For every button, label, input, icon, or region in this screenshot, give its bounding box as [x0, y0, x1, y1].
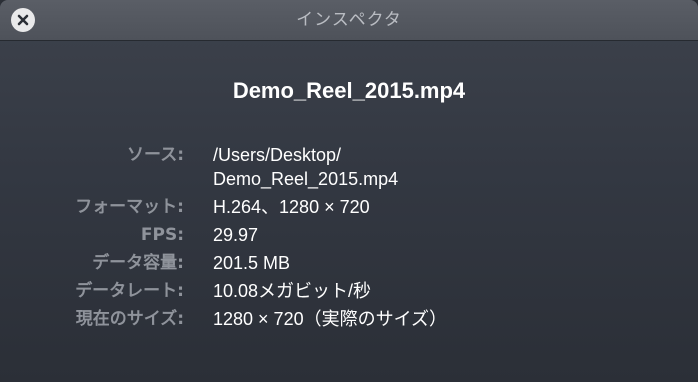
info-value-line: H.264、1280 × 720: [213, 197, 370, 217]
info-value-line: 29.97: [213, 225, 259, 245]
info-value: 201.5 MB: [213, 251, 290, 275]
file-name: Demo_Reel_2015.mp4: [232, 78, 466, 103]
info-value-line: 1280 × 720（実際のサイズ）: [213, 309, 448, 329]
info-value: 10.08メガビット/秒: [213, 279, 371, 303]
info-row-source: ソース: /Users/Desktop/ Demo_Reel_2015.mp4: [0, 143, 698, 191]
info-value: /Users/Desktop/ Demo_Reel_2015.mp4: [213, 143, 398, 191]
title-bar[interactable]: インスペクタ: [0, 0, 698, 41]
info-value: 29.97: [213, 223, 258, 247]
info-row-fps: FPS: 29.97: [0, 223, 698, 247]
info-value: 1280 × 720（実際のサイズ）: [213, 307, 447, 331]
info-label: FPS:: [140, 225, 184, 245]
info-row-current-size: 現在のサイズ: 1280 × 720（実際のサイズ）: [0, 307, 698, 331]
info-label: 現在のサイズ:: [75, 309, 184, 329]
info-value-line: /Users/Desktop/: [213, 145, 342, 165]
info-value-line: 10.08メガビット/秒: [213, 281, 372, 301]
info-row-data-rate: データレート: 10.08メガビット/秒: [0, 279, 698, 303]
info-row-data-size: データ容量: 201.5 MB: [0, 251, 698, 275]
info-label: データレート:: [75, 281, 184, 301]
info-value: H.264、1280 × 720: [213, 195, 370, 219]
info-table: ソース: /Users/Desktop/ Demo_Reel_2015.mp4 …: [0, 143, 698, 335]
window-title: インスペクタ: [296, 10, 402, 30]
info-label: ソース:: [127, 145, 184, 165]
info-row-format: フォーマット: H.264、1280 × 720: [0, 195, 698, 219]
info-label: データ容量:: [92, 253, 184, 273]
close-icon: [17, 14, 29, 26]
inspector-window: インスペクタ Demo_Reel_2015.mp4 ソース: /Users/De…: [0, 0, 698, 382]
close-button[interactable]: [11, 8, 35, 32]
info-label: フォーマット:: [75, 197, 184, 217]
info-value-line: Demo_Reel_2015.mp4: [213, 169, 399, 189]
info-value-line: 201.5 MB: [213, 253, 291, 273]
